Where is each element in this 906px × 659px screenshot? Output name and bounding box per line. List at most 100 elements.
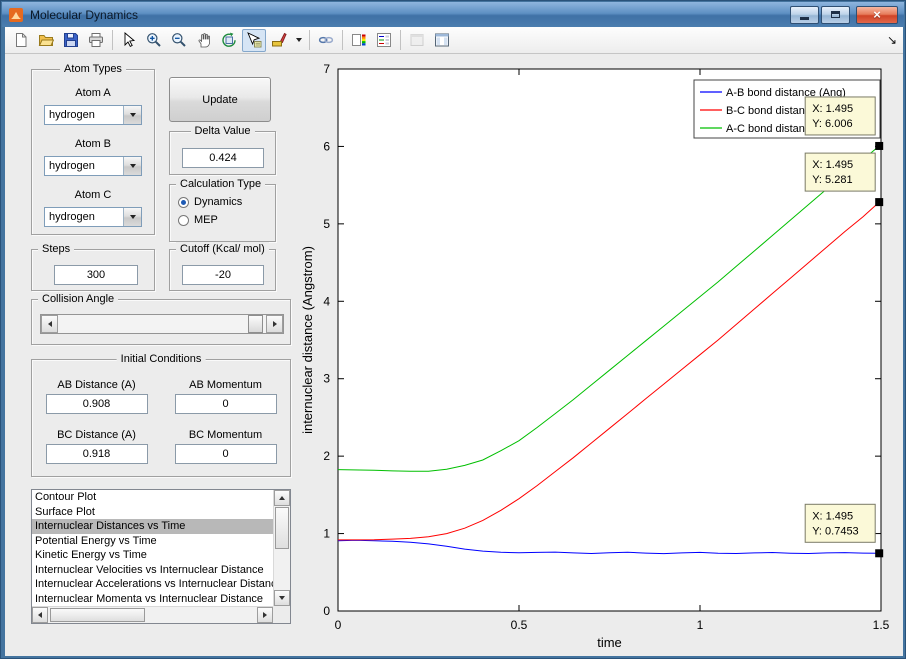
dock-figure-icon[interactable]: ↘ [887, 34, 899, 46]
plot-area[interactable] [338, 69, 881, 611]
panel-title: Cutoff (Kcal/ mol) [176, 242, 269, 256]
vertical-scrollbar[interactable] [273, 490, 290, 606]
brush-data-button[interactable] [267, 29, 291, 52]
new-figure-button[interactable] [9, 29, 33, 52]
vertical-scrollbar-thumb[interactable] [275, 507, 289, 549]
list-item[interactable]: Internuclear Accelerations vs Internucle… [32, 577, 273, 592]
atom-a-dropdown[interactable]: hydrogen [44, 105, 142, 125]
update-button[interactable]: Update [169, 77, 271, 122]
print-figure-button[interactable] [84, 29, 108, 52]
plot-canvas[interactable]: 00.511.501234567timeinternuclear distanc… [301, 61, 899, 653]
list-item[interactable]: Internuclear Distances vs Time [32, 519, 273, 534]
delta-value-field[interactable]: 0.424 [182, 148, 264, 168]
scroll-up-button[interactable] [274, 490, 290, 506]
arrow-right-icon [263, 612, 267, 618]
insert-legend-icon [376, 32, 392, 48]
atom-c-label: Atom C [32, 189, 154, 202]
chevron-down-icon [130, 164, 136, 168]
atom-b-selected-value: hydrogen [45, 160, 123, 172]
slider-thumb[interactable] [248, 315, 263, 333]
ic-field[interactable]: 0.908 [46, 394, 148, 414]
radio-dynamics[interactable]: Dynamics [178, 195, 275, 209]
list-item[interactable]: Internuclear Momenta vs Internuclear Dis… [32, 592, 273, 607]
y-tick-label: 3 [323, 372, 330, 386]
insert-colorbar-icon [351, 32, 367, 48]
ic-field[interactable]: 0.918 [46, 444, 148, 464]
insert-colorbar-button[interactable] [347, 29, 371, 52]
save-figure-button[interactable] [59, 29, 83, 52]
y-tick-label: 7 [323, 62, 330, 76]
toolbar-separator [309, 30, 310, 50]
atom-b-label: Atom B [32, 138, 154, 151]
datatip[interactable]: X: 1.495Y: 6.006 [805, 97, 875, 135]
zoom-in-icon [146, 32, 162, 48]
pan-button[interactable] [192, 29, 216, 52]
scroll-left-button[interactable] [32, 607, 48, 623]
maximize-icon [831, 11, 840, 18]
link-plot-button[interactable] [314, 29, 338, 52]
print-figure-icon [88, 32, 104, 48]
show-plot-tools-button[interactable] [430, 29, 454, 52]
radio-label: Dynamics [194, 196, 242, 208]
close-button[interactable]: × [856, 6, 898, 24]
panel-collision-angle: Collision Angle [31, 299, 291, 345]
slider-right-arrow-button[interactable] [266, 315, 283, 333]
ic-field[interactable]: 0 [175, 394, 277, 414]
scroll-down-button[interactable] [274, 590, 290, 606]
dropdown-arrow-button[interactable] [123, 106, 141, 124]
panel-title: Delta Value [190, 124, 254, 138]
edit-plot-button[interactable] [117, 29, 141, 52]
horizontal-scrollbar[interactable] [32, 606, 273, 623]
datatip[interactable]: X: 1.495Y: 0.7453 [805, 504, 875, 542]
panel-cutoff: Cutoff (Kcal/ mol) -20 [169, 249, 276, 291]
app-icon [8, 7, 24, 23]
steps-field[interactable]: 300 [54, 265, 138, 285]
datatip-marker[interactable] [875, 142, 883, 150]
open-file-icon [38, 32, 54, 48]
new-figure-icon [13, 32, 29, 48]
list-item[interactable]: Kinetic Energy vs Time [32, 548, 273, 563]
open-file-button[interactable] [34, 29, 58, 52]
panel-title: Steps [38, 242, 74, 256]
radio-label: MEP [194, 214, 218, 226]
panel-calculation-type: Calculation Type DynamicsMEP [169, 184, 276, 242]
cutoff-field[interactable]: -20 [182, 265, 264, 285]
datatip-marker[interactable] [875, 198, 883, 206]
slider-left-arrow-button[interactable] [41, 315, 58, 333]
zoom-in-button[interactable] [142, 29, 166, 52]
app-window: Molecular Dynamics × ↘ Atom Types Atom A… [0, 0, 906, 659]
scroll-right-button[interactable] [257, 607, 273, 623]
list-item[interactable]: Internuclear Velocities vs Internuclear … [32, 563, 273, 578]
horizontal-scrollbar-thumb[interactable] [50, 608, 145, 622]
show-plot-tools-icon [434, 32, 450, 48]
atom-c-dropdown[interactable]: hydrogen [44, 207, 142, 227]
datatip-marker[interactable] [875, 549, 883, 557]
x-tick-label: 1 [697, 618, 704, 632]
scrollbar-corner [273, 606, 290, 623]
atom-b-dropdown[interactable]: hydrogen [44, 156, 142, 176]
y-tick-label: 0 [323, 604, 330, 618]
titlebar[interactable]: Molecular Dynamics × [2, 2, 904, 27]
chevron-down-icon [130, 113, 136, 117]
collision-angle-slider[interactable] [40, 314, 284, 334]
radio-mep[interactable]: MEP [178, 213, 275, 227]
ic-label: AB Momentum [170, 378, 281, 392]
maximize-button[interactable] [821, 6, 850, 24]
insert-legend-button[interactable] [372, 29, 396, 52]
brush-menu-caret[interactable] [292, 29, 305, 52]
dropdown-arrow-button[interactable] [123, 208, 141, 226]
rotate-3d-button[interactable] [217, 29, 241, 52]
zoom-out-icon [171, 32, 187, 48]
data-cursor-button[interactable] [242, 29, 266, 52]
datatip[interactable]: X: 1.495Y: 5.281 [805, 153, 875, 191]
y-tick-label: 1 [323, 527, 330, 541]
minimize-button[interactable] [790, 6, 819, 24]
zoom-out-button[interactable] [167, 29, 191, 52]
list-item[interactable]: Potential Energy vs Time [32, 534, 273, 549]
list-item[interactable]: Surface Plot [32, 505, 273, 520]
dropdown-arrow-button[interactable] [123, 157, 141, 175]
chevron-down-icon [130, 215, 136, 219]
window-controls: × [790, 6, 898, 24]
list-item[interactable]: Contour Plot [32, 490, 273, 505]
ic-field[interactable]: 0 [175, 444, 277, 464]
